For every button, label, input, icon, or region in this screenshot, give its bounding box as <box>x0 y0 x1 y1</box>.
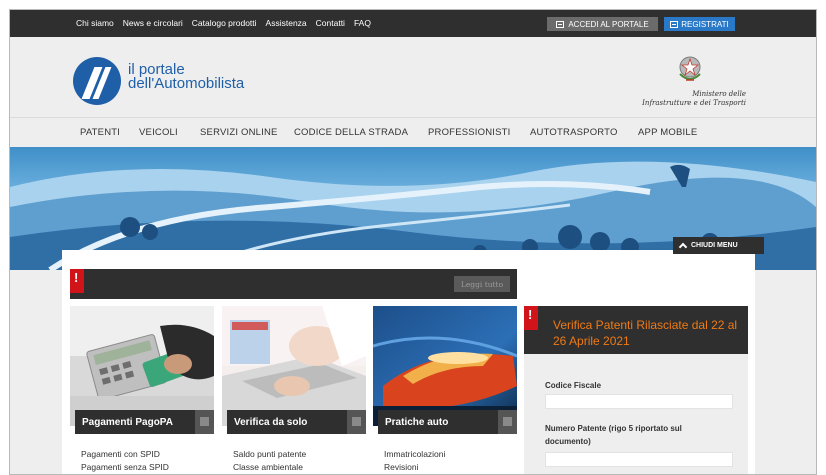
card-links: Pagamenti con SPID Pagamenti senza SPID <box>81 448 169 474</box>
card-title[interactable]: Pratiche auto <box>378 410 498 434</box>
register-button[interactable]: REGISTRATI <box>664 17 735 31</box>
top-link-faq[interactable]: FAQ <box>354 18 371 28</box>
portal-logo-icon[interactable] <box>73 57 121 105</box>
site-header: il portale dell'Automobilista Ministero … <box>10 37 816 117</box>
login-icon <box>556 20 565 28</box>
top-link-assistenza[interactable]: Assistenza <box>266 18 307 28</box>
category-icon <box>352 417 361 426</box>
license-verification-panel: ! Verifica Patenti Rilasciate dal 22 al … <box>524 306 748 474</box>
republic-emblem-icon <box>679 56 701 81</box>
top-bar: Chi siamo News e circolari Catalogo prod… <box>10 10 816 37</box>
card-link[interactable]: Revisioni <box>384 461 445 474</box>
card-pratiche-auto[interactable]: Pratiche auto Immatricolazioni Revisioni <box>373 306 517 474</box>
register-button-label: REGISTRATI <box>681 19 729 29</box>
tax-code-label: Codice Fiscale <box>545 381 602 390</box>
logo-text-line2[interactable]: dell'Automobilista <box>128 76 244 91</box>
nav-item-autotrasporto[interactable]: AUTOTRASPORTO <box>530 127 618 138</box>
login-button[interactable]: ACCEDI AL PORTALE <box>547 17 658 31</box>
verification-title: Verifica Patenti Rilasciate dal 22 al 26… <box>553 318 738 348</box>
card-title[interactable]: Pagamenti PagoPA <box>75 410 195 434</box>
edit-icon <box>670 20 679 28</box>
verification-header: ! Verifica Patenti Rilasciate dal 22 al … <box>524 306 748 354</box>
card-link[interactable]: Pagamenti con SPID <box>81 448 169 461</box>
chevron-up-icon <box>678 242 688 252</box>
card-tag <box>347 410 366 434</box>
ministry-name-line2: Infrastrutture e dei Trasporti <box>642 99 746 107</box>
nav-item-patenti[interactable]: PATENTI <box>80 127 120 138</box>
read-all-button[interactable]: Leggi tutto <box>454 276 510 292</box>
top-link-catalogo[interactable]: Catalogo prodotti <box>192 18 257 28</box>
nav-item-professionisti[interactable]: PROFESSIONISTI <box>428 127 511 138</box>
license-number-label: Numero Patente (rigo 5 riportato sul doc… <box>545 424 682 446</box>
ministry-name-line1: Ministero delle <box>692 90 746 98</box>
nav-item-veicoli[interactable]: VEICOLI <box>139 127 178 138</box>
main-nav: PATENTI VEICOLI SERVIZI ONLINE CODICE DE… <box>10 117 816 147</box>
browser-viewport: Chi siamo News e circolari Catalogo prod… <box>9 9 817 475</box>
car-image <box>373 306 517 426</box>
close-menu-button[interactable]: CHIUDI MENU <box>673 237 764 254</box>
nav-item-servizi-online[interactable]: SERVIZI ONLINE <box>200 127 278 138</box>
card-pagopa[interactable]: Pagamenti PagoPA Pagamenti con SPID Paga… <box>70 306 214 474</box>
card-link[interactable]: Immatricolazioni <box>384 448 445 461</box>
top-link-chi-siamo[interactable]: Chi siamo <box>76 18 114 28</box>
card-links: Saldo punti patente Classe ambientale <box>233 448 306 474</box>
payment-card-image <box>70 306 214 426</box>
nav-item-codice-strada[interactable]: CODICE DELLA STRADA <box>294 127 408 138</box>
card-verifica-da-solo[interactable]: Verifica da solo Saldo punti patente Cla… <box>222 306 366 474</box>
card-links: Immatricolazioni Revisioni <box>384 448 445 474</box>
top-links: Chi siamo News e circolari Catalogo prod… <box>76 18 371 28</box>
login-button-label: ACCEDI AL PORTALE <box>568 19 649 29</box>
card-title[interactable]: Verifica da solo <box>227 410 347 434</box>
card-link[interactable]: Saldo punti patente <box>233 448 306 461</box>
close-menu-label: CHIUDI MENU <box>691 242 738 249</box>
card-link[interactable]: Pagamenti senza SPID <box>81 461 169 474</box>
card-link[interactable]: Classe ambientale <box>233 461 306 474</box>
license-number-input[interactable] <box>545 452 733 467</box>
tax-code-input[interactable] <box>545 394 733 409</box>
news-ticker: ! Leggi tutto <box>70 269 517 299</box>
category-icon <box>200 417 209 426</box>
category-icon <box>503 417 512 426</box>
alert-flag-icon: ! <box>70 269 84 293</box>
card-tag <box>498 410 517 434</box>
card-tag <box>195 410 214 434</box>
laptop-image <box>222 306 366 426</box>
alert-flag-icon: ! <box>524 306 538 330</box>
top-link-contatti[interactable]: Contatti <box>316 18 345 28</box>
nav-item-app-mobile[interactable]: APP MOBILE <box>638 127 697 138</box>
top-link-news[interactable]: News e circolari <box>123 18 183 28</box>
